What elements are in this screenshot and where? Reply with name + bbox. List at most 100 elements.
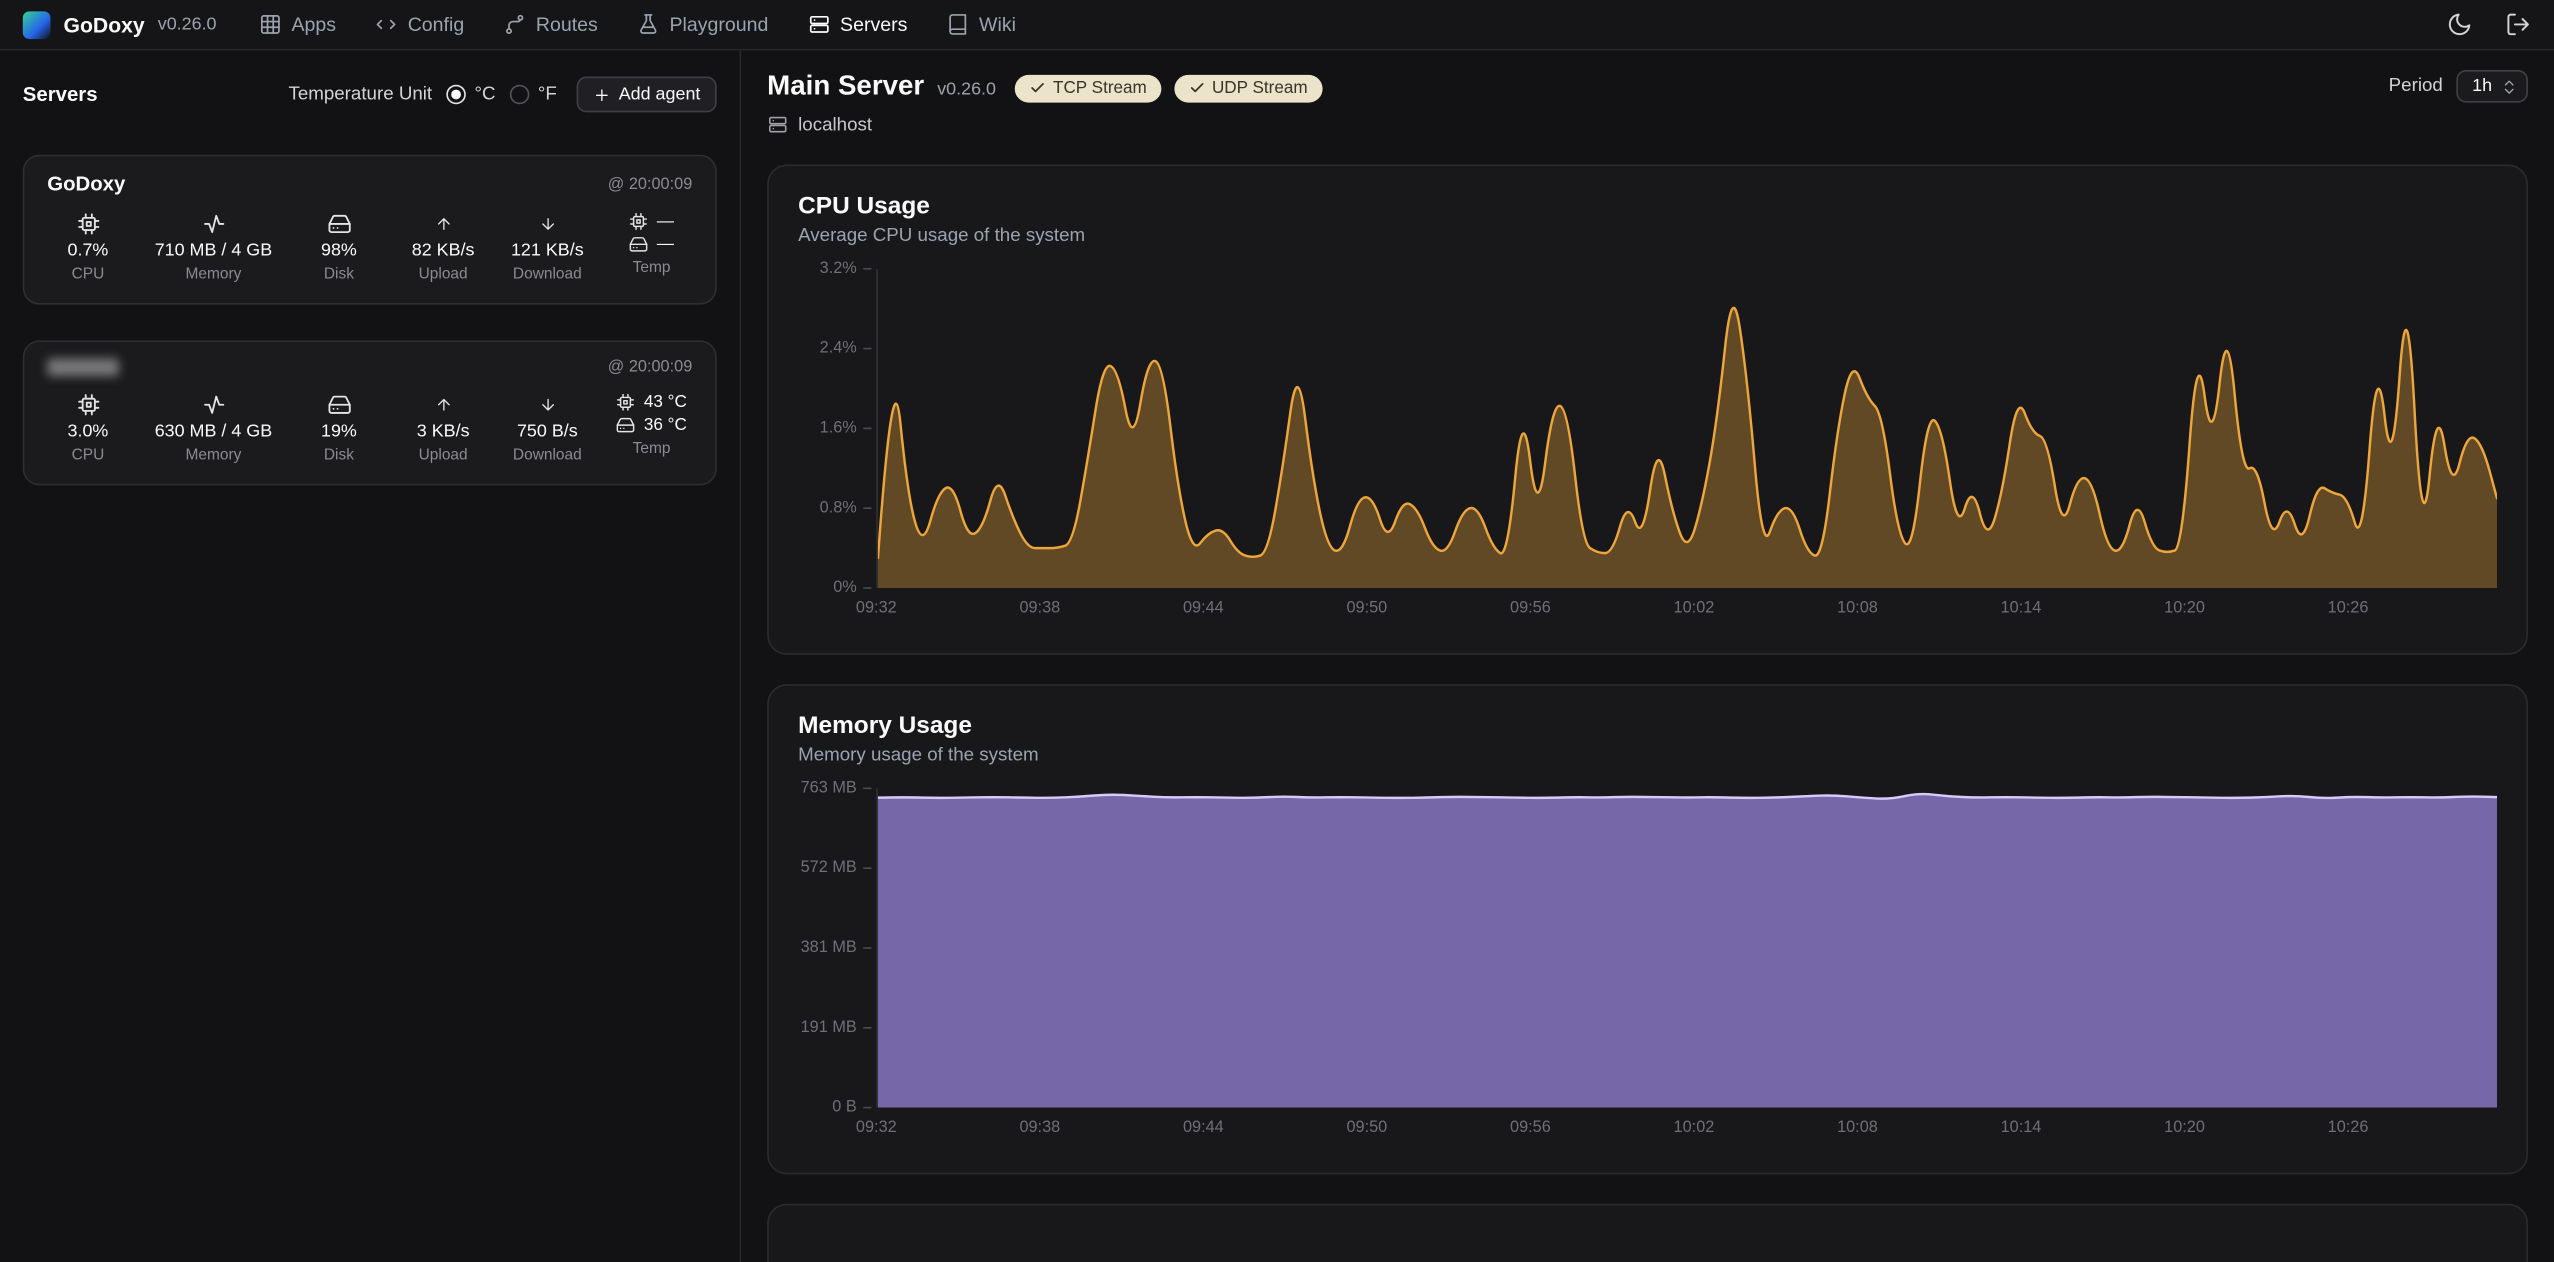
server-timestamp: @ 20:00:09 <box>608 358 692 376</box>
x-tick-label: 10:02 <box>1674 1119 1715 1137</box>
stat-upload: 82 KB/s Upload <box>406 212 481 284</box>
hard-drive-icon <box>616 415 636 435</box>
stat-download: 121 KB/s Download <box>510 212 585 284</box>
arrow-down-icon <box>538 396 556 414</box>
stat-download: 750 B/s Download <box>510 393 585 465</box>
temp-rows: 43 °C 36 °C <box>616 393 687 435</box>
brand-name: GoDoxy <box>64 12 145 36</box>
server-icon <box>767 114 788 135</box>
host-row: localhost <box>767 114 2528 135</box>
cpu-icon <box>616 393 636 413</box>
period-label: Period <box>2389 77 2443 97</box>
cpu-icon <box>76 212 100 236</box>
period-control: Period 1h <box>2389 70 2528 103</box>
chevrons-up-down-icon <box>2500 77 2518 95</box>
sidebar-title: Servers <box>23 83 98 106</box>
x-tick-label: 09:50 <box>1346 599 1387 617</box>
y-tick-label: 572 MB <box>801 859 872 877</box>
temperature-unit-label: Temperature Unit <box>288 85 432 105</box>
y-tick-label: 0 B <box>832 1099 871 1117</box>
stat-disk: 98% Disk <box>301 212 376 284</box>
memory-usage-chart: 0 B191 MB381 MB572 MB763 MB 09:3209:3809… <box>798 788 2497 1146</box>
book-icon <box>946 13 969 36</box>
activity-icon <box>201 212 225 236</box>
cpu-icon <box>629 212 649 232</box>
y-tick-label: 0% <box>833 579 871 597</box>
hard-drive-icon <box>327 212 351 236</box>
servers-sidebar: Servers Temperature Unit °C °F Add agent <box>0 50 741 1262</box>
logout-icon[interactable] <box>2505 11 2531 37</box>
x-tick-label: 10:20 <box>2164 599 2205 617</box>
apps-grid-icon <box>259 13 282 36</box>
nav-item-wiki[interactable]: Wiki <box>946 13 1016 36</box>
y-tick-label: 763 MB <box>801 779 872 797</box>
arrow-down-icon <box>538 215 556 233</box>
main-nav: Apps Config Routes Playground Servers Wi… <box>259 13 1016 36</box>
server-stack-icon <box>807 13 830 36</box>
server-version: v0.26.0 <box>937 79 996 99</box>
memory-chart-subtitle: Memory usage of the system <box>798 746 2497 766</box>
x-tick-label: 09:56 <box>1510 1119 1551 1137</box>
x-tick-label: 10:20 <box>2164 1119 2205 1137</box>
udp-stream-badge: UDP Stream <box>1174 74 1322 102</box>
temp-rows: — — <box>629 212 674 254</box>
check-icon <box>1030 80 1046 96</box>
navbar-actions <box>2447 11 2532 37</box>
main-header: Main Server v0.26.0 TCP Stream UDP Strea… <box>767 70 2528 103</box>
activity-icon <box>201 393 225 417</box>
server-card-redacted[interactable]: @ 20:00:09 3.0% CPU 630 MB / 4 GB Memory <box>23 340 717 485</box>
stat-cpu: 3.0% CPU <box>50 393 125 465</box>
server-timestamp: @ 20:00:09 <box>608 175 692 193</box>
content-area: Servers Temperature Unit °C °F Add agent <box>0 50 2554 1262</box>
y-tick-label: 381 MB <box>801 939 872 957</box>
radio-fahrenheit[interactable]: °F <box>510 85 557 105</box>
check-icon <box>1189 80 1205 96</box>
cpu-chart-y-axis: 0%0.8%1.6%2.4%3.2% <box>798 269 876 588</box>
period-select[interactable]: 1h <box>2456 70 2528 103</box>
page-title: Main Server <box>767 70 924 103</box>
arrow-up-icon <box>434 396 452 414</box>
stat-cpu: 0.7% CPU <box>50 212 125 284</box>
memory-usage-area <box>878 788 2497 1107</box>
nav-item-playground[interactable]: Playground <box>637 13 768 36</box>
stat-memory: 630 MB / 4 GB Memory <box>155 393 273 465</box>
partial-card <box>767 1204 2528 1262</box>
add-agent-button[interactable]: Add agent <box>576 77 716 113</box>
cpu-usage-chart: 0%0.8%1.6%2.4%3.2% 09:3209:3809:4409:500… <box>798 269 2497 627</box>
memory-usage-card: Memory Usage Memory usage of the system … <box>767 684 2528 1174</box>
server-card-header: @ 20:00:09 <box>47 358 692 376</box>
memory-chart-y-axis: 0 B191 MB381 MB572 MB763 MB <box>798 788 876 1107</box>
nav-item-servers[interactable]: Servers <box>807 13 907 36</box>
x-tick-label: 09:38 <box>1019 1119 1060 1137</box>
y-tick-label: 0.8% <box>820 499 872 517</box>
y-tick-label: 1.6% <box>820 419 872 437</box>
x-tick-label: 10:26 <box>2328 1119 2369 1137</box>
nav-item-routes[interactable]: Routes <box>503 13 598 36</box>
route-icon <box>503 13 526 36</box>
nav-item-config[interactable]: Config <box>375 13 464 36</box>
x-tick-label: 10:14 <box>2001 599 2042 617</box>
temperature-unit-group: Temperature Unit °C °F <box>288 85 556 105</box>
x-tick-label: 09:50 <box>1346 1119 1387 1137</box>
server-card-godoxy[interactable]: GoDoxy @ 20:00:09 0.7% CPU 710 MB / 4 GB… <box>23 155 717 305</box>
nav-item-apps[interactable]: Apps <box>259 13 336 36</box>
y-tick-label: 3.2% <box>820 260 872 278</box>
stat-temp: — — Temp <box>614 212 689 284</box>
x-tick-label: 09:56 <box>1510 599 1551 617</box>
top-navbar: GoDoxy v0.26.0 Apps Config Routes Playgr… <box>0 0 2554 50</box>
brand[interactable]: GoDoxy v0.26.0 <box>23 11 217 39</box>
radio-celsius[interactable]: °C <box>447 85 496 105</box>
cpu-usage-card: CPU Usage Average CPU usage of the syste… <box>767 165 2528 655</box>
arrow-up-icon <box>434 215 452 233</box>
hard-drive-icon <box>629 235 649 255</box>
server-detail-panel: Main Server v0.26.0 TCP Stream UDP Strea… <box>741 50 2554 1262</box>
radio-celsius-dot <box>447 85 467 105</box>
moon-icon[interactable] <box>2447 11 2473 37</box>
server-name: GoDoxy <box>47 173 125 196</box>
brand-version: v0.26.0 <box>158 15 217 35</box>
tcp-stream-badge: TCP Stream <box>1016 74 1162 102</box>
stream-badges: TCP Stream UDP Stream <box>1016 74 1323 102</box>
x-tick-label: 09:44 <box>1183 1119 1224 1137</box>
x-tick-label: 10:02 <box>1674 599 1715 617</box>
x-tick-label: 09:44 <box>1183 599 1224 617</box>
